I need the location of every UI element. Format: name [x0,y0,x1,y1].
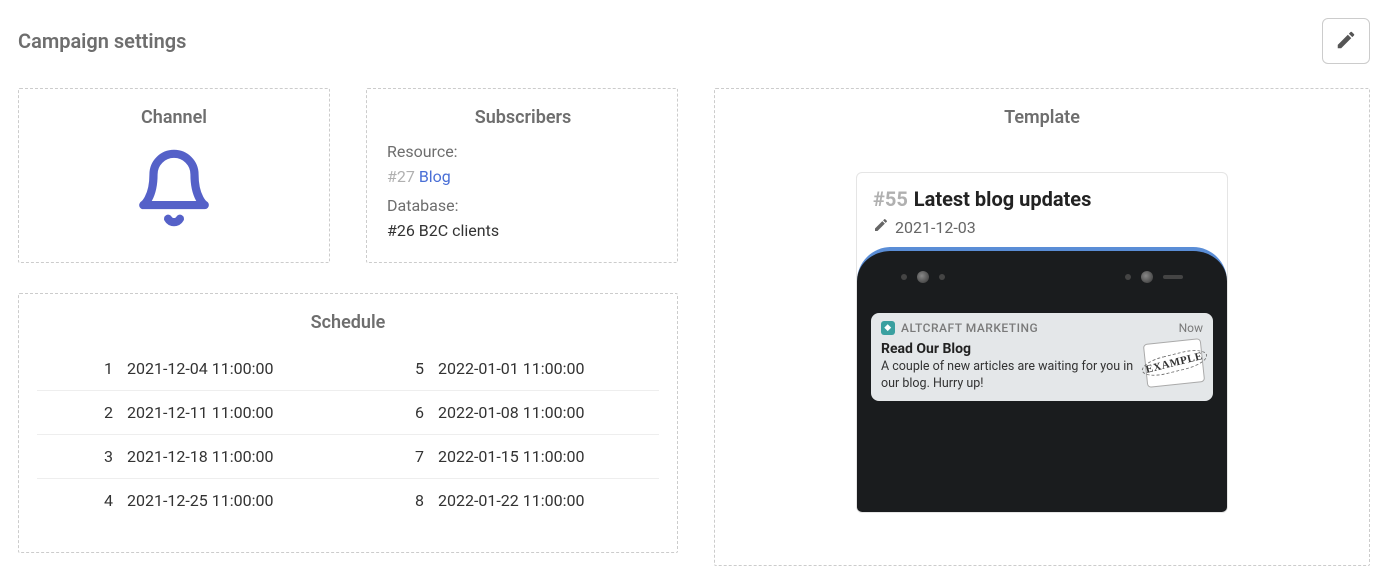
schedule-row: 82022-01-22 11:00:00 [348,478,659,522]
bell-icon [133,147,215,233]
phone-notch [857,271,1227,283]
schedule-row: 72022-01-15 11:00:00 [348,434,659,478]
template-title: Template [733,107,1351,128]
channel-panel: Channel [18,88,330,263]
schedule-col-left: 12021-12-04 11:00:00 22021-12-11 11:00:0… [37,347,348,522]
phone-preview: ◆ ALTCRAFT MARKETING Now Read Our Blog A… [857,247,1227,512]
notif-message: A couple of new articles are waiting for… [881,359,1135,393]
notification: ◆ ALTCRAFT MARKETING Now Read Our Blog A… [871,313,1213,401]
template-id: #55 [873,187,908,211]
database-value: #26 B2C clients [387,221,659,240]
resource-id: #27 [387,167,415,186]
edit-date-icon [873,217,889,237]
resource-name: Blog [419,167,451,186]
schedule-row: 12021-12-04 11:00:00 [37,347,348,390]
database-label: Database: [387,196,659,215]
schedule-col-right: 52022-01-01 11:00:00 62022-01-08 11:00:0… [348,347,659,522]
template-date: 2021-12-03 [895,218,976,237]
example-stamp: EXAMPLE [1143,338,1205,388]
edit-button[interactable] [1322,18,1370,64]
schedule-row: 42021-12-25 11:00:00 [37,478,348,522]
subscribers-title: Subscribers [387,107,659,128]
notif-title: Read Our Blog [881,341,1135,357]
schedule-row: 62022-01-08 11:00:00 [348,390,659,434]
schedule-title: Schedule [37,312,659,333]
notif-time: Now [1179,321,1203,335]
template-card[interactable]: #55 Latest blog updates 2021-12-03 [856,172,1228,513]
subscribers-panel: Subscribers Resource: #27 Blog Database:… [366,88,678,263]
template-name: Latest blog updates [914,187,1092,211]
page-title: Campaign settings [18,29,186,53]
schedule-row: 52022-01-01 11:00:00 [348,347,659,390]
template-panel: Template #55 Latest blog updates 2021-12… [714,88,1370,566]
resource-link[interactable]: #27 Blog [387,167,659,186]
channel-title: Channel [37,107,311,128]
pencil-icon [1335,29,1357,54]
schedule-row: 22021-12-11 11:00:00 [37,390,348,434]
notif-app: ALTCRAFT MARKETING [901,321,1038,335]
schedule-panel: Schedule 12021-12-04 11:00:00 22021-12-1… [18,293,678,553]
resource-label: Resource: [387,142,659,161]
schedule-row: 32021-12-18 11:00:00 [37,434,348,478]
app-icon: ◆ [881,321,895,335]
